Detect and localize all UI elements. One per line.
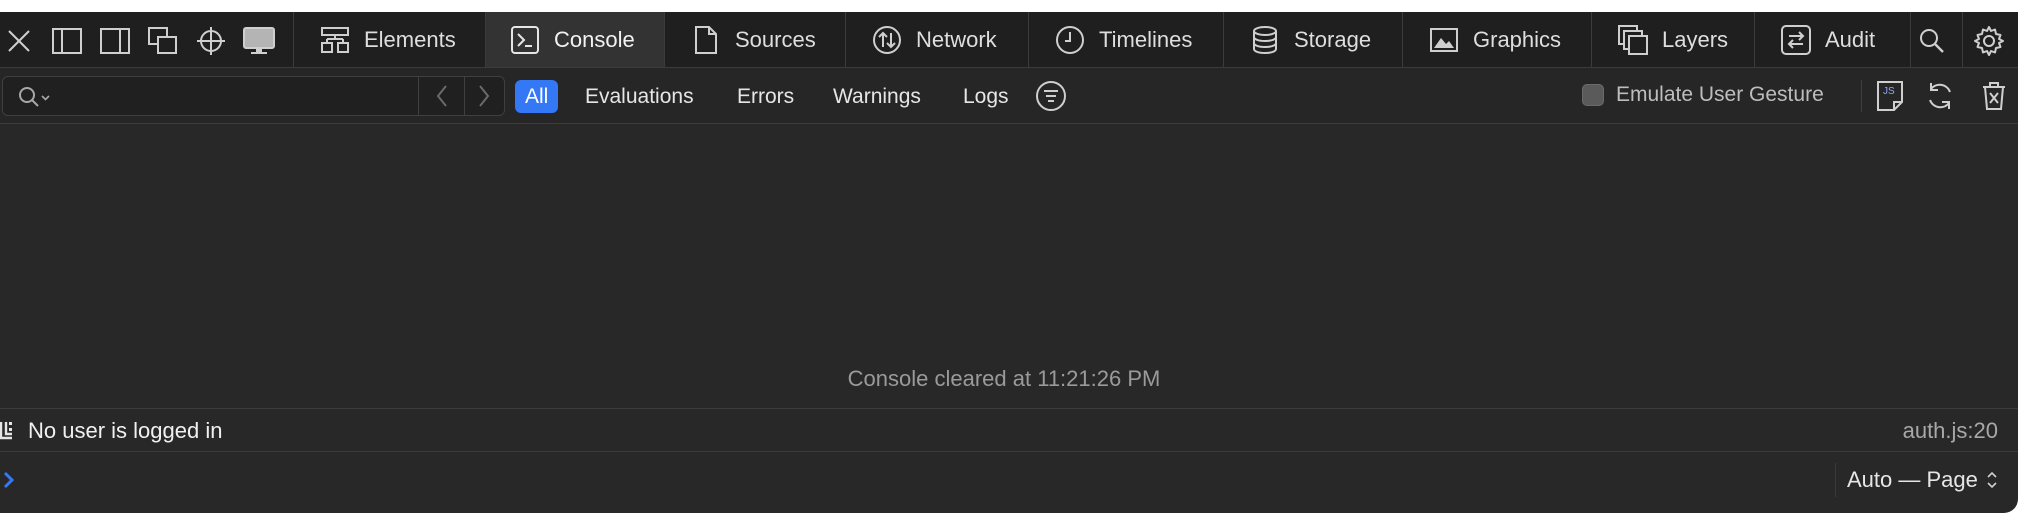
tab-label: Console — [554, 26, 635, 52]
clear-console-icon[interactable] — [1977, 79, 2011, 113]
clock-icon — [1053, 23, 1087, 57]
console-search-input[interactable] — [63, 81, 417, 113]
filter-all-button[interactable]: All — [515, 80, 559, 113]
console-filter-bar: All Evaluations Errors Warnings Logs Emu… — [0, 68, 2018, 124]
tab-console[interactable]: Console — [486, 12, 664, 67]
dock-left-icon[interactable] — [50, 24, 84, 58]
reload-icon[interactable] — [1923, 79, 1957, 113]
svg-text:JS: JS — [1883, 86, 1895, 97]
execution-context-select[interactable]: Auto — Page — [1847, 464, 1998, 496]
prompt-chevron-icon — [3, 471, 15, 489]
tab-layers[interactable]: Layers — [1592, 12, 1754, 67]
console-prompt-input[interactable] — [30, 464, 1814, 498]
console-message-text: No user is logged in — [28, 418, 223, 443]
device-preview-icon[interactable] — [242, 24, 276, 58]
tab-audit[interactable]: Audit — [1755, 12, 1910, 67]
tab-sources[interactable]: Sources — [665, 12, 845, 67]
image-icon — [1427, 23, 1461, 57]
log-icon — [0, 422, 12, 440]
search-divider — [418, 77, 419, 115]
emulate-user-gesture[interactable]: Emulate User Gesture — [1582, 83, 1824, 107]
tab-graphics[interactable]: Graphics — [1403, 12, 1591, 67]
js-document-icon[interactable]: JS — [1873, 79, 1907, 113]
console-search — [2, 76, 505, 116]
tab-timelines[interactable]: Timelines — [1029, 12, 1223, 67]
console-prompt: Auto — Page — [0, 452, 2018, 508]
emulate-user-gesture-checkbox[interactable] — [1582, 84, 1604, 106]
inspector-toolbar: Elements Console Sources Network Timelin… — [0, 12, 2018, 68]
console-icon — [508, 23, 542, 57]
tab-label: Elements — [364, 26, 456, 52]
tab-label: Graphics — [1473, 26, 1562, 52]
network-icon — [870, 23, 904, 57]
tab-label: Sources — [735, 26, 816, 52]
tab-network[interactable]: Network — [846, 12, 1028, 67]
detach-window-icon[interactable] — [146, 24, 180, 58]
tab-label: Timelines — [1099, 26, 1193, 52]
console-message-row[interactable]: No user is logged in auth.js:20 — [0, 408, 2018, 452]
tab-storage[interactable]: Storage — [1224, 12, 1402, 67]
filter-warnings-button[interactable]: Warnings — [823, 80, 931, 113]
layers-icon — [1616, 23, 1650, 57]
document-icon — [689, 23, 723, 57]
chevron-right-icon[interactable] — [466, 81, 502, 111]
elements-icon — [318, 23, 352, 57]
chevron-left-icon[interactable] — [424, 81, 460, 111]
execution-context-label: Auto — Page — [1847, 467, 1978, 492]
up-down-chevron-icon — [1987, 471, 1997, 489]
element-picker-icon[interactable] — [194, 24, 228, 58]
audit-icon — [1779, 23, 1813, 57]
filter-evaluations-button[interactable]: Evaluations — [575, 80, 704, 113]
filter-errors-button[interactable]: Errors — [727, 80, 804, 113]
tab-divider — [1910, 12, 1911, 68]
tab-elements[interactable]: Elements — [294, 12, 485, 67]
search-divider — [464, 77, 465, 115]
filter-icon[interactable] — [1034, 79, 1068, 113]
web-inspector-window: Elements Console Sources Network Timelin… — [0, 12, 2018, 513]
console-message-source-link[interactable]: auth.js:20 — [1903, 418, 1998, 444]
database-icon — [1248, 23, 1282, 57]
filter-divider — [1861, 80, 1862, 112]
gear-icon[interactable] — [1972, 24, 2006, 58]
emulate-user-gesture-label: Emulate User Gesture — [1616, 83, 1824, 106]
tab-label: Network — [916, 26, 997, 52]
console-cleared-message: Console cleared at 11:21:26 PM — [847, 366, 1161, 391]
tab-label: Layers — [1662, 26, 1729, 52]
close-icon[interactable] — [2, 24, 36, 58]
tab-divider — [1962, 12, 1963, 68]
tab-label: Audit — [1825, 26, 1876, 52]
search-icon[interactable] — [1915, 24, 1949, 58]
tab-label: Storage — [1294, 26, 1372, 52]
dock-right-icon[interactable] — [98, 24, 132, 58]
filter-logs-button[interactable]: Logs — [953, 80, 1019, 113]
prompt-divider — [1835, 463, 1836, 497]
search-filter-icon[interactable] — [17, 84, 57, 110]
